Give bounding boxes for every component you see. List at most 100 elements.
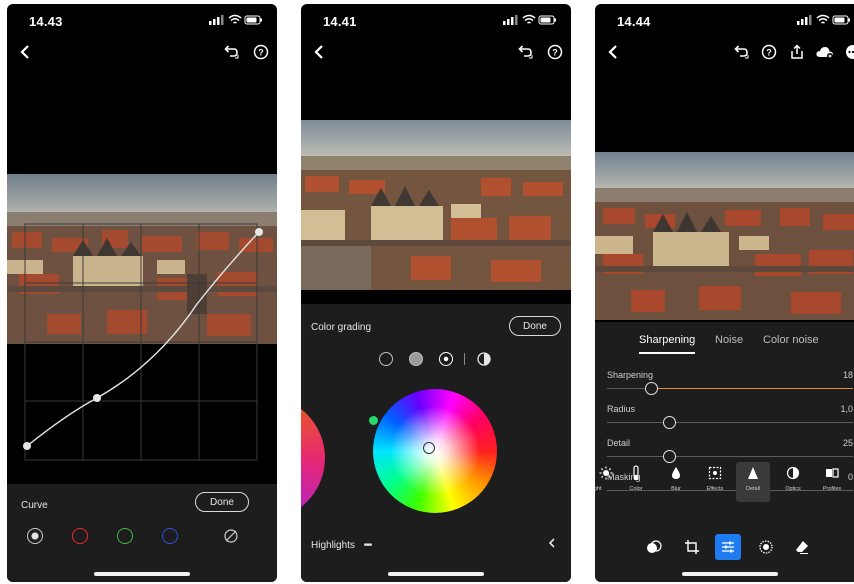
phone-color-grading: 14.41 ? Color grading Done Highlights ••…	[301, 4, 571, 582]
phone-detail: 14.44 ? Sharpening Noise Color noise Sha…	[595, 4, 854, 582]
channel-rgb-button[interactable]	[27, 528, 43, 544]
help-button[interactable]: ?	[759, 42, 779, 62]
undo-button[interactable]	[515, 42, 535, 62]
highlights-color-wheel[interactable]	[373, 389, 497, 513]
tool-label: Blur	[671, 486, 681, 492]
phone-curve: 14.43 ? Curve Done	[7, 4, 277, 582]
status-icons	[503, 13, 557, 32]
help-button[interactable]: ?	[251, 42, 271, 62]
slider-value: 18	[842, 370, 853, 380]
nav-healing-button[interactable]	[789, 534, 815, 560]
back-button[interactable]	[605, 42, 621, 67]
chevron-left-icon	[314, 45, 323, 59]
nav-crop-button[interactable]	[679, 534, 705, 560]
tool-detail[interactable]: Detail	[736, 462, 770, 502]
panel-title: Curve	[21, 500, 48, 511]
channel-green-button[interactable]	[117, 528, 133, 544]
slider-radius[interactable]: Radius 1,0	[607, 404, 853, 434]
slider-knob[interactable]	[662, 416, 676, 429]
reset-curve-button[interactable]	[223, 528, 239, 544]
tool-effects[interactable]: Effects	[698, 462, 732, 502]
slider-knob[interactable]	[645, 382, 659, 395]
crop-icon	[685, 540, 699, 554]
slider-label: Detail	[607, 438, 631, 448]
curve-point	[23, 442, 31, 450]
status-time: 14.41	[323, 14, 357, 29]
slider-track[interactable]	[607, 422, 853, 423]
sliders-icon	[722, 541, 734, 553]
collapse-button[interactable]	[547, 536, 557, 555]
slider-track[interactable]	[607, 456, 853, 457]
status-bar: 14.43	[7, 4, 277, 40]
slider-sharpening[interactable]: Sharpening 18	[607, 370, 853, 400]
sun-icon	[599, 466, 613, 480]
tab-color-noise[interactable]: Color noise	[763, 334, 819, 346]
tool-label: Profiles	[822, 486, 842, 492]
chevron-left-icon	[20, 45, 29, 59]
adjacent-color-wheel	[301, 396, 325, 520]
midtones-mode-button[interactable]	[409, 352, 423, 366]
thermometer-icon	[633, 465, 639, 481]
shadows-mode-button[interactable]	[379, 352, 393, 366]
top-bar: ?	[7, 40, 277, 70]
tab-noise[interactable]: Noise	[715, 334, 743, 346]
home-indicator	[388, 572, 484, 576]
slider-label: Sharpening	[607, 370, 654, 380]
panel-title: Color grading	[311, 322, 372, 333]
effects-icon	[708, 466, 722, 480]
status-bar: 14.41	[301, 4, 571, 40]
mode-divider	[464, 353, 465, 365]
half-circle-icon	[477, 352, 491, 366]
done-button[interactable]: Done	[509, 316, 561, 336]
tool-label: Detail	[745, 486, 761, 492]
tool-color[interactable]: Color	[619, 462, 653, 502]
lens-icon	[786, 466, 800, 480]
global-mode-button[interactable]	[477, 352, 491, 371]
undo-icon	[224, 45, 239, 59]
chevron-left-icon	[608, 45, 617, 59]
photo-preview	[595, 152, 854, 320]
color-selection-dot[interactable]	[369, 416, 378, 425]
color-wheel-handle[interactable]	[423, 442, 435, 454]
detail-panel: Sharpening Noise Color noise Sharpening 1…	[595, 322, 854, 582]
tool-optics[interactable]: Optics	[776, 462, 810, 502]
svg-text:?: ?	[258, 47, 264, 57]
cloud-sync-button[interactable]	[815, 42, 835, 62]
undo-button[interactable]	[731, 42, 751, 62]
home-indicator	[94, 572, 190, 576]
help-icon: ?	[547, 44, 563, 60]
tool-profiles[interactable]: Profiles	[815, 462, 849, 502]
help-button[interactable]: ?	[545, 42, 565, 62]
highlights-mode-button[interactable]	[439, 352, 453, 366]
back-button[interactable]	[17, 42, 33, 67]
more-icon[interactable]: •••	[364, 540, 372, 551]
help-icon: ?	[253, 44, 269, 60]
tool-label: ight	[595, 486, 602, 492]
status-icons	[797, 13, 851, 32]
nav-masking-button[interactable]	[753, 534, 779, 560]
slider-fill	[651, 388, 853, 389]
channel-red-button[interactable]	[72, 528, 88, 544]
nav-presets-button[interactable]	[641, 534, 667, 560]
profiles-icon	[826, 468, 839, 478]
curve-point	[93, 394, 101, 402]
channel-blue-button[interactable]	[162, 528, 178, 544]
undo-button[interactable]	[221, 42, 241, 62]
back-button[interactable]	[311, 42, 327, 67]
nav-edit-button[interactable]	[715, 534, 741, 560]
share-button[interactable]	[787, 42, 807, 62]
eraser-icon	[796, 541, 808, 554]
more-button[interactable]	[843, 42, 854, 62]
done-button[interactable]: Done	[195, 492, 249, 512]
region-selector[interactable]: Highlights •••	[311, 540, 372, 551]
grading-mode-selector	[301, 350, 571, 370]
svg-text:?: ?	[552, 47, 558, 57]
slider-value: 25	[842, 438, 853, 448]
presets-icon	[647, 540, 662, 553]
top-bar: ?	[595, 40, 854, 70]
tab-sharpening[interactable]: Sharpening	[639, 334, 695, 346]
detail-subtabs: Sharpening Noise Color noise	[595, 332, 854, 354]
svg-text:?: ?	[766, 47, 772, 57]
tone-curve-editor[interactable]	[7, 174, 277, 464]
tool-blur[interactable]: Blur	[659, 462, 693, 502]
